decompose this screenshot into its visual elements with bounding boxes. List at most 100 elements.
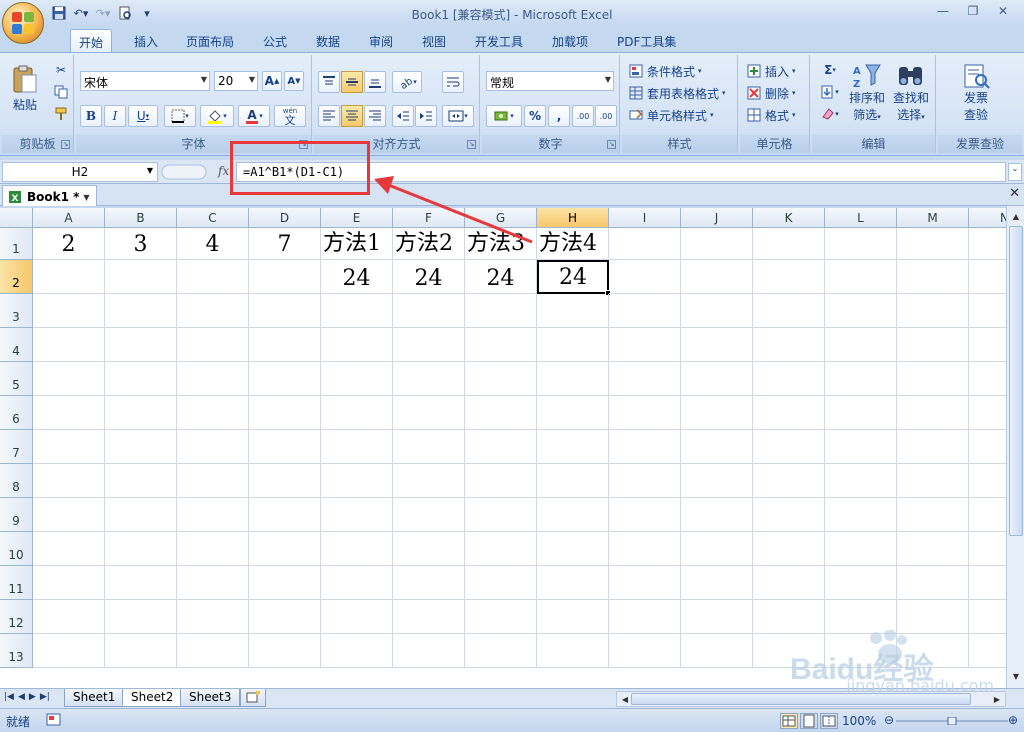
cell-h1[interactable]: 方法4 bbox=[537, 228, 609, 260]
decrease-decimal-button[interactable]: .00 bbox=[595, 105, 617, 127]
align-right-icon[interactable] bbox=[364, 105, 386, 127]
column-header-a[interactable]: A bbox=[33, 208, 105, 228]
cell-j8[interactable] bbox=[681, 464, 753, 498]
cell-a3[interactable] bbox=[33, 294, 105, 328]
delete-cells-button[interactable]: 删除 ▾ bbox=[746, 83, 796, 103]
column-header-k[interactable]: K bbox=[753, 208, 825, 228]
normal-view-icon[interactable] bbox=[780, 713, 798, 729]
bold-button[interactable]: B bbox=[80, 105, 102, 127]
row-header-5[interactable]: 5 bbox=[0, 362, 33, 396]
cell-j12[interactable] bbox=[681, 600, 753, 634]
cell-g7[interactable] bbox=[465, 430, 537, 464]
cell-l4[interactable] bbox=[825, 328, 897, 362]
sheet-tab-sheet1[interactable]: Sheet1 bbox=[64, 689, 125, 707]
cell-h8[interactable] bbox=[537, 464, 609, 498]
cell-b8[interactable] bbox=[105, 464, 177, 498]
cell-d12[interactable] bbox=[249, 600, 321, 634]
cell-c11[interactable] bbox=[177, 566, 249, 600]
cell-c13[interactable] bbox=[177, 634, 249, 668]
row-header-12[interactable]: 12 bbox=[0, 600, 33, 634]
cell-g9[interactable] bbox=[465, 498, 537, 532]
page-break-view-icon[interactable] bbox=[820, 713, 838, 729]
clipboard-launcher-icon[interactable]: ↘ bbox=[61, 140, 70, 149]
tab-data[interactable]: 数据 bbox=[308, 29, 348, 53]
cell-n10[interactable] bbox=[969, 532, 1006, 566]
insert-sheet-button[interactable] bbox=[240, 689, 266, 707]
cell-a6[interactable] bbox=[33, 396, 105, 430]
cell-i13[interactable] bbox=[609, 634, 681, 668]
fill-color-button[interactable]: ▾ bbox=[200, 105, 234, 127]
cell-h12[interactable] bbox=[537, 600, 609, 634]
cell-f10[interactable] bbox=[393, 532, 465, 566]
cell-j4[interactable] bbox=[681, 328, 753, 362]
sheet-tab-sheet2[interactable]: Sheet2 bbox=[122, 689, 183, 707]
cell-b1[interactable]: 3 bbox=[105, 228, 177, 260]
sheet-tab-sheet3[interactable]: Sheet3 bbox=[180, 689, 241, 707]
cell-b11[interactable] bbox=[105, 566, 177, 600]
cell-e3[interactable] bbox=[321, 294, 393, 328]
percent-button[interactable]: % bbox=[524, 105, 546, 127]
cell-d10[interactable] bbox=[249, 532, 321, 566]
tab-view[interactable]: 视图 bbox=[414, 29, 454, 53]
cell-h7[interactable] bbox=[537, 430, 609, 464]
cell-n9[interactable] bbox=[969, 498, 1006, 532]
cell-b5[interactable] bbox=[105, 362, 177, 396]
macro-record-icon[interactable] bbox=[46, 713, 62, 730]
cell-n13[interactable] bbox=[969, 634, 1006, 668]
cell-c4[interactable] bbox=[177, 328, 249, 362]
cell-k13[interactable] bbox=[753, 634, 825, 668]
cell-i9[interactable] bbox=[609, 498, 681, 532]
cell-n2[interactable] bbox=[969, 260, 1006, 294]
cell-b13[interactable] bbox=[105, 634, 177, 668]
row-header-2[interactable]: 2 bbox=[0, 260, 33, 294]
scroll-down-icon[interactable]: ▼ bbox=[1008, 668, 1024, 684]
cell-a8[interactable] bbox=[33, 464, 105, 498]
select-all-corner[interactable] bbox=[0, 208, 33, 228]
cell-g5[interactable] bbox=[465, 362, 537, 396]
cell-m12[interactable] bbox=[897, 600, 969, 634]
cell-l1[interactable] bbox=[825, 228, 897, 260]
cell-c9[interactable] bbox=[177, 498, 249, 532]
alignment-launcher-icon[interactable]: ↘ bbox=[467, 140, 476, 149]
cell-n6[interactable] bbox=[969, 396, 1006, 430]
cell-f5[interactable] bbox=[393, 362, 465, 396]
cell-h13[interactable] bbox=[537, 634, 609, 668]
vertical-scroll-thumb[interactable] bbox=[1009, 226, 1023, 536]
cell-j5[interactable] bbox=[681, 362, 753, 396]
zoom-out-icon[interactable]: ⊖ bbox=[884, 713, 894, 727]
row-header-3[interactable]: 3 bbox=[0, 294, 33, 328]
cell-j7[interactable] bbox=[681, 430, 753, 464]
cell-e7[interactable] bbox=[321, 430, 393, 464]
cell-j11[interactable] bbox=[681, 566, 753, 600]
cell-c6[interactable] bbox=[177, 396, 249, 430]
cell-g6[interactable] bbox=[465, 396, 537, 430]
page-layout-view-icon[interactable] bbox=[800, 713, 818, 729]
column-header-i[interactable]: I bbox=[609, 208, 681, 228]
cell-i3[interactable] bbox=[609, 294, 681, 328]
cell-b7[interactable] bbox=[105, 430, 177, 464]
cell-e13[interactable] bbox=[321, 634, 393, 668]
cell-e5[interactable] bbox=[321, 362, 393, 396]
cell-k11[interactable] bbox=[753, 566, 825, 600]
row-header-7[interactable]: 7 bbox=[0, 430, 33, 464]
cell-m5[interactable] bbox=[897, 362, 969, 396]
cell-g2[interactable]: 24 bbox=[465, 260, 537, 294]
cell-l6[interactable] bbox=[825, 396, 897, 430]
minimize-button[interactable]: — bbox=[928, 2, 958, 20]
close-button[interactable]: ✕ bbox=[988, 2, 1018, 20]
format-painter-icon[interactable] bbox=[52, 105, 70, 123]
row-header-11[interactable]: 11 bbox=[0, 566, 33, 600]
cell-h2[interactable]: 24 bbox=[537, 260, 609, 294]
cell-m3[interactable] bbox=[897, 294, 969, 328]
tab-page-layout[interactable]: 页面布局 bbox=[178, 29, 242, 53]
cell-l7[interactable] bbox=[825, 430, 897, 464]
prev-sheet-icon[interactable]: ◀ bbox=[18, 692, 25, 702]
cell-c10[interactable] bbox=[177, 532, 249, 566]
cell-g3[interactable] bbox=[465, 294, 537, 328]
grow-font-button[interactable]: A ▲ bbox=[262, 71, 282, 91]
cell-f11[interactable] bbox=[393, 566, 465, 600]
column-header-n[interactable]: N bbox=[969, 208, 1006, 228]
cell-j3[interactable] bbox=[681, 294, 753, 328]
cell-l5[interactable] bbox=[825, 362, 897, 396]
cell-n3[interactable] bbox=[969, 294, 1006, 328]
